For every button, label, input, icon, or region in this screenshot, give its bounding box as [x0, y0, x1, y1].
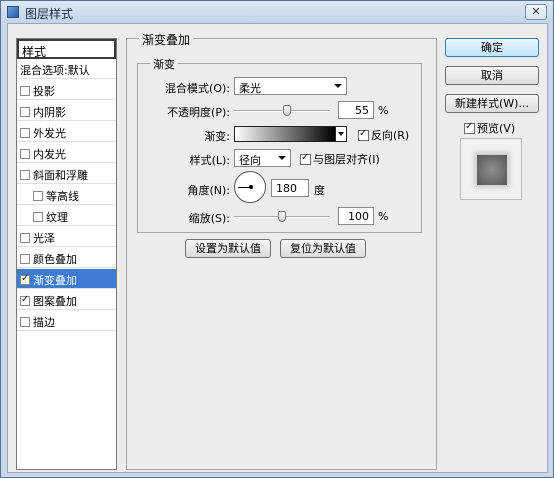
checkbox-icon[interactable]: [20, 294, 30, 306]
checkbox-icon[interactable]: [20, 107, 30, 117]
style-list-item-label: 内发光: [33, 148, 66, 161]
angle-input[interactable]: 180: [271, 179, 309, 197]
style-list-item[interactable]: 等高线: [17, 185, 116, 205]
reverse-checkbox[interactable]: 反向(R): [358, 127, 409, 143]
checkbox-icon[interactable]: [20, 128, 30, 138]
checkbox-icon[interactable]: [20, 86, 30, 96]
style-list-item-label: 等高线: [46, 190, 79, 203]
style-list-item[interactable]: 描边: [17, 311, 116, 331]
group-title: 渐变叠加: [139, 31, 194, 48]
style-list-item[interactable]: 外发光: [17, 122, 116, 142]
preview-swatch: [477, 155, 507, 185]
style-list-header[interactable]: 样式: [17, 39, 116, 59]
style-list-item[interactable]: 内阴影: [17, 101, 116, 121]
opacity-input[interactable]: 55: [338, 101, 374, 119]
preview-checkbox[interactable]: 预览(V): [464, 120, 515, 136]
style-list-item-label: 投影: [33, 85, 55, 98]
gradient-overlay-group: 渐变叠加 渐变 混合模式(O): 柔光 不透明度(P): 55 % 渐变: ✓ …: [126, 31, 437, 470]
blend-mode-value: 柔光: [239, 82, 261, 95]
reverse-check-icon: [358, 128, 369, 141]
blend-mode-select[interactable]: 柔光: [234, 77, 347, 95]
checkbox-icon[interactable]: [20, 254, 30, 264]
style-value: 径向: [239, 154, 261, 167]
window-title: 图层样式: [25, 7, 74, 21]
align-label: 与图层对齐(I): [313, 153, 380, 166]
style-select[interactable]: 径向: [234, 149, 291, 167]
style-list-item-label: 描边: [33, 316, 55, 329]
chevron-down-icon: [334, 84, 342, 88]
ok-button[interactable]: 确定: [445, 38, 539, 57]
chevron-down-icon: [278, 156, 286, 160]
checkbox-icon[interactable]: [20, 273, 30, 285]
angle-unit: 度: [314, 184, 325, 197]
gradient-picker-dropdown[interactable]: [335, 126, 347, 142]
align-with-layer-checkbox[interactable]: 与图层对齐(I): [300, 151, 380, 167]
style-list-item-label: 图案叠加: [33, 295, 77, 308]
style-list-item[interactable]: 图案叠加: [17, 290, 116, 310]
checkbox-icon[interactable]: [20, 233, 30, 243]
checkbox-icon[interactable]: [20, 149, 30, 159]
align-check-icon: [300, 152, 311, 165]
checkbox-icon[interactable]: [20, 170, 30, 180]
style-list-item[interactable]: 颜色叠加: [17, 248, 116, 268]
subgroup-title: 渐变: [150, 56, 178, 72]
opacity-unit: %: [378, 104, 389, 117]
gradient-label: 渐变:: [204, 130, 230, 143]
style-list-item-label: 纹理: [46, 211, 68, 224]
style-preview: [460, 138, 522, 200]
reverse-label: 反向(R): [371, 129, 410, 142]
scale-input[interactable]: 100: [338, 207, 374, 225]
new-style-button[interactable]: 新建样式(W)...: [445, 94, 539, 113]
style-label: 样式(L):: [189, 154, 230, 167]
checkbox-icon[interactable]: [33, 191, 43, 201]
layer-style-dialog: 图层样式 ✕ 样式 混合选项:默认投影内阴影外发光内发光斜面和浮雕等高线纹理光泽…: [0, 0, 554, 478]
title-bar: 图层样式 ✕: [1, 1, 553, 23]
preview-label: 预览(V): [477, 122, 516, 135]
reset-default-button[interactable]: 复位为默认值: [280, 239, 366, 258]
angle-dial[interactable]: [234, 171, 266, 203]
style-list-item-label: 斜面和浮雕: [33, 169, 88, 182]
gradient-preview-bar[interactable]: [234, 126, 336, 142]
checkbox-icon[interactable]: [20, 317, 30, 327]
dialog-body: 样式 混合选项:默认投影内阴影外发光内发光斜面和浮雕等高线纹理光泽颜色叠加渐变叠…: [7, 23, 548, 473]
preview-check-icon: [464, 121, 475, 134]
scale-label: 缩放(S):: [188, 212, 230, 225]
checkbox-icon[interactable]: [33, 212, 43, 222]
opacity-slider-thumb[interactable]: [282, 105, 291, 116]
style-list-item-label: 外发光: [33, 127, 66, 140]
scale-slider-thumb[interactable]: [278, 211, 286, 222]
angle-label: 角度(N):: [187, 184, 230, 197]
style-list-item[interactable]: 混合选项:默认: [17, 59, 116, 79]
angle-center-icon: [249, 185, 253, 189]
style-list-item-label: 渐变叠加: [33, 274, 77, 287]
close-button[interactable]: ✕: [525, 4, 547, 20]
cancel-button[interactable]: 取消: [445, 66, 539, 85]
style-list: 样式 混合选项:默认投影内阴影外发光内发光斜面和浮雕等高线纹理光泽颜色叠加渐变叠…: [16, 38, 117, 470]
style-list-item[interactable]: 纹理: [17, 206, 116, 226]
chevron-down-icon: [338, 132, 344, 136]
style-list-item-label: 内阴影: [33, 106, 66, 119]
style-list-item[interactable]: 内发光: [17, 143, 116, 163]
style-list-item[interactable]: 渐变叠加: [17, 269, 116, 289]
style-list-item[interactable]: 斜面和浮雕: [17, 164, 116, 184]
style-list-item[interactable]: 投影: [17, 80, 116, 100]
blend-mode-label: 混合模式(O):: [165, 82, 230, 95]
style-list-item-label: 混合选项:默认: [20, 64, 90, 77]
style-list-item[interactable]: 光泽: [17, 227, 116, 247]
scale-unit: %: [378, 210, 389, 223]
app-icon: [7, 6, 19, 18]
gradient-subgroup: 渐变 混合模式(O): 柔光 不透明度(P): 55 % 渐变: ✓ 反向(R)…: [137, 56, 422, 233]
opacity-label: 不透明度(P):: [167, 106, 230, 119]
style-list-item-label: 颜色叠加: [33, 253, 77, 266]
make-default-button[interactable]: 设置为默认值: [185, 239, 271, 258]
style-list-item-label: 光泽: [33, 232, 55, 245]
